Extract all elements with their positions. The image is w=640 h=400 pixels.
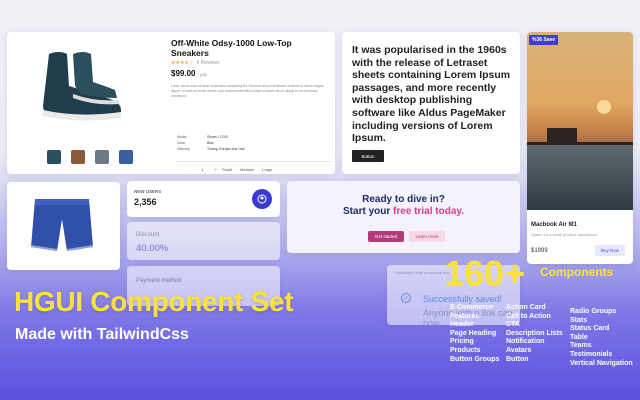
size-option-small[interactable]: Small bbox=[222, 167, 232, 172]
text-card: It was popularised in the 1960s with the… bbox=[342, 32, 520, 174]
buy-now-button[interactable]: Buy Now bbox=[595, 245, 625, 256]
discount-stat: Discount 40.00% bbox=[127, 222, 280, 260]
thumbnail[interactable] bbox=[95, 150, 109, 164]
sunset-pier-image bbox=[527, 32, 633, 210]
component-item: Avatars bbox=[506, 346, 532, 354]
subheadline: Made with TailwindCss bbox=[15, 326, 189, 343]
component-item: E-Commerce bbox=[450, 304, 494, 311]
divider bbox=[177, 161, 332, 162]
new-users-stat: NEW USERS 2,356 bbox=[127, 181, 280, 217]
user-icon bbox=[252, 189, 272, 209]
macbook-card: %36 Save Macbook Air M1 Space for a smal… bbox=[527, 32, 633, 264]
component-item: Status Card bbox=[570, 325, 610, 333]
component-item: Page Heading bbox=[450, 329, 497, 337]
size-options: Small Medium Large bbox=[222, 167, 272, 172]
component-item: Button Groups bbox=[450, 355, 500, 363]
cta-subheading: Start your free trial today. bbox=[287, 206, 520, 217]
cta-text: Start your bbox=[343, 206, 394, 217]
component-item: Description Lists bbox=[506, 329, 563, 337]
component-item: Call to Action bbox=[506, 312, 551, 320]
product-card: Off-White Odsy-1000 Low-Top Sneakers ★★★… bbox=[7, 32, 335, 194]
sun-shape bbox=[597, 100, 611, 114]
component-item: Teams bbox=[570, 342, 592, 350]
payment-label: Payment method bbox=[136, 278, 182, 284]
notification-meta: Notification with a success icon bbox=[395, 270, 451, 275]
cta-highlight: free trial today. bbox=[393, 206, 464, 217]
thumbnail[interactable] bbox=[71, 150, 85, 164]
cta-card: Ready to dive in? Start your free trial … bbox=[287, 181, 520, 253]
component-item: Button bbox=[506, 355, 529, 363]
spec-key: Delivery bbox=[177, 147, 190, 151]
product-description: Lorem ipsum dolor sit amet consectetur a… bbox=[171, 84, 324, 98]
component-count: 160+ bbox=[444, 253, 526, 294]
text-card-body: It was popularised in the 1960s with the… bbox=[352, 44, 511, 145]
stat-value: 2,356 bbox=[134, 197, 157, 207]
review-count: 4 Reviews bbox=[196, 60, 220, 66]
spec-row: Delivery Turkey, Europe and Usa bbox=[177, 146, 245, 152]
macbook-price: $1999 bbox=[531, 248, 548, 254]
component-item: Products bbox=[450, 346, 481, 354]
component-item: Table bbox=[570, 333, 588, 341]
stat-value: 40.00% bbox=[136, 243, 169, 254]
component-item: Stats bbox=[570, 316, 588, 324]
component-item: Radio Groups bbox=[570, 308, 617, 315]
component-item: Pricing bbox=[450, 338, 474, 346]
spec-value: Turkey, Europe and Usa bbox=[207, 147, 245, 151]
thumbnail[interactable] bbox=[47, 150, 61, 164]
size-option-large[interactable]: Large bbox=[262, 167, 272, 172]
component-item: Features bbox=[450, 312, 480, 320]
component-list-col2: Action Card Call to Action CTA Descripti… bbox=[506, 304, 563, 364]
stat-label: NEW USERS bbox=[134, 189, 162, 194]
size-option-medium[interactable]: Medium bbox=[240, 167, 254, 172]
shorts-card bbox=[7, 182, 120, 270]
component-count-label: Components bbox=[540, 265, 614, 279]
text-card-button[interactable]: Button bbox=[352, 150, 384, 162]
check-icon: ✓ bbox=[401, 293, 411, 303]
price-note: / pair bbox=[197, 72, 208, 77]
learn-more-button[interactable]: Learn more bbox=[409, 231, 445, 242]
user-icon-glyph bbox=[257, 194, 267, 204]
product-price: $99.00/ pair bbox=[171, 69, 207, 78]
save-badge: %36 Save bbox=[529, 35, 559, 45]
component-item: CTA bbox=[506, 321, 520, 329]
component-list-col1: E-Commerce Features Header Page Heading … bbox=[450, 304, 499, 364]
thumbnail[interactable] bbox=[119, 150, 133, 164]
component-item: Notification bbox=[506, 338, 545, 346]
price-value: $99.00 bbox=[171, 69, 196, 78]
star-rating: ★★★★☆ 4 Reviews bbox=[171, 60, 220, 66]
get-started-button[interactable]: Get started bbox=[368, 231, 404, 242]
headline: HGUI Component Set bbox=[14, 286, 294, 317]
spec-list: Model Shoes / 1243 Color Blue Delivery Turk… bbox=[177, 134, 245, 152]
component-item: Vertical Navigation bbox=[570, 359, 633, 367]
component-list-col3: Radio Groups Stats Status Card Table Tea… bbox=[570, 308, 633, 368]
component-item: Action Card bbox=[506, 304, 546, 311]
macbook-title: Macbook Air M1 bbox=[531, 222, 577, 228]
product-title: Off-White Odsy-1000 Low-Top Sneakers bbox=[171, 38, 292, 58]
component-item: Testimonials bbox=[570, 350, 613, 358]
thumbnail-strip bbox=[47, 150, 133, 164]
notification-title: Successfully saved! bbox=[423, 294, 503, 304]
quantity-stepper[interactable]: - 1 + bbox=[189, 167, 222, 172]
sneaker-image bbox=[43, 52, 121, 121]
macbook-subtitle: Space for a small product description bbox=[531, 232, 597, 237]
shorts-image bbox=[31, 199, 93, 251]
component-item: Header bbox=[450, 321, 474, 329]
pier-house-shape bbox=[547, 128, 577, 142]
stat-label: Discount bbox=[136, 232, 160, 238]
sea-shape bbox=[527, 145, 633, 210]
cta-heading: Ready to dive in? bbox=[362, 194, 445, 205]
